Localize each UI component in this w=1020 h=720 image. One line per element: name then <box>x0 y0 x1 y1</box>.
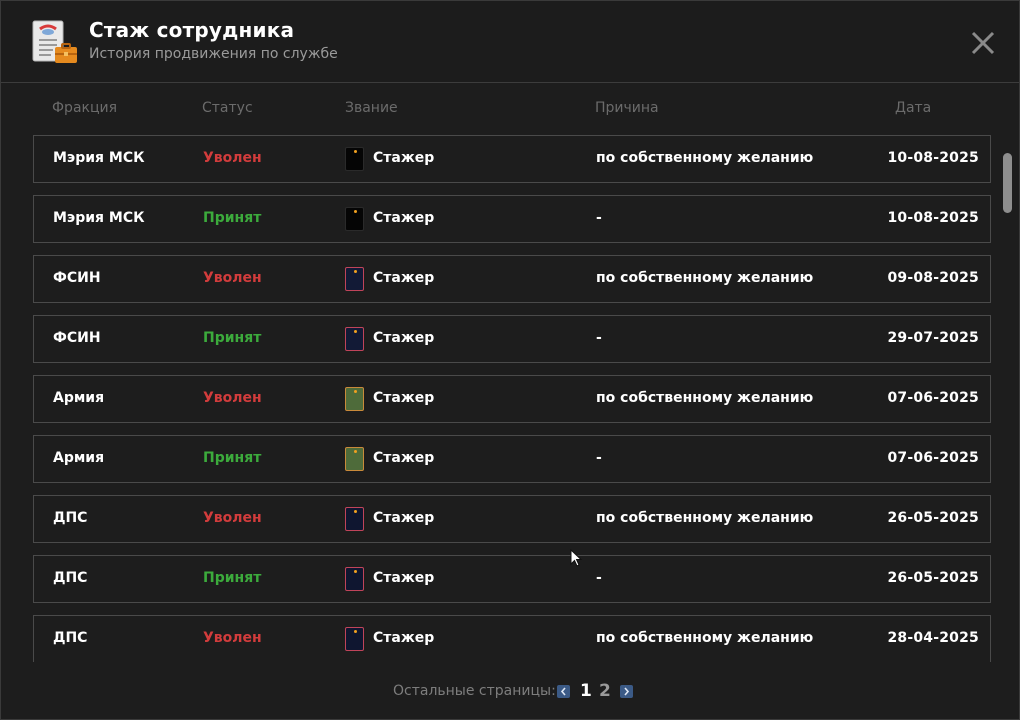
date-cell: 26-05-2025 <box>887 570 979 586</box>
fsin-badge-icon <box>345 267 364 291</box>
faction-cell: Армия <box>53 390 105 406</box>
star-icon <box>354 210 357 213</box>
reason-cell: - <box>596 330 602 346</box>
column-header-rank: Звание <box>345 100 398 116</box>
mayor-badge-icon <box>345 207 364 231</box>
star-icon <box>354 510 357 513</box>
date-cell: 26-05-2025 <box>887 510 979 526</box>
rank-cell: Стажер <box>373 510 435 526</box>
reason-cell: по собственному желанию <box>596 630 814 646</box>
army-badge-icon <box>345 447 364 471</box>
column-header-faction: Фракция <box>52 100 118 116</box>
faction-cell: ДПС <box>53 510 88 526</box>
table-row[interactable]: Армия Уволен Стажер по собственному желанию… <box>33 375 991 423</box>
next-page-icon[interactable] <box>620 685 633 698</box>
prev-page-icon[interactable] <box>557 685 570 698</box>
column-header-date: Дата <box>895 100 932 116</box>
status-cell: Уволен <box>203 150 262 166</box>
status-cell: Уволен <box>203 630 262 646</box>
window-subtitle: История продвижения по службе <box>89 46 338 62</box>
status-cell: Уволен <box>203 270 262 286</box>
reason-cell: по собственному желанию <box>596 390 814 406</box>
star-icon <box>354 150 357 153</box>
document-briefcase-icon <box>31 19 79 67</box>
status-cell: Принят <box>203 570 262 586</box>
column-header-status: Статус <box>202 100 253 116</box>
faction-cell: Армия <box>53 450 105 466</box>
reason-cell: по собственному желанию <box>596 510 814 526</box>
page-1-button[interactable]: 1 <box>580 681 592 701</box>
date-cell: 29-07-2025 <box>887 330 979 346</box>
mayor-badge-icon <box>345 147 364 171</box>
rank-cell: Стажер <box>373 570 435 586</box>
table-row[interactable]: ДПС Уволен Стажер по собственному желанию 28… <box>33 615 991 662</box>
army-badge-icon <box>345 387 364 411</box>
faction-cell: ДПС <box>53 570 88 586</box>
star-icon <box>354 450 357 453</box>
column-header-reason: Причина <box>595 100 659 116</box>
window-title: Стаж сотрудника <box>89 18 295 42</box>
table-row[interactable]: ФСИН Уволен Стажер по собственному желанию 0… <box>33 255 991 303</box>
page-2-button[interactable]: 2 <box>599 681 611 701</box>
close-icon[interactable] <box>969 29 997 57</box>
reason-cell: по собственному желанию <box>596 270 814 286</box>
rank-cell: Стажер <box>373 330 435 346</box>
star-icon <box>354 270 357 273</box>
status-cell: Уволен <box>203 390 262 406</box>
rank-cell: Стажер <box>373 390 435 406</box>
date-cell: 10-08-2025 <box>887 210 979 226</box>
dps-badge-icon <box>345 507 364 531</box>
table-row[interactable]: ФСИН Принят Стажер - 29-07-2025 <box>33 315 991 363</box>
rank-cell: Стажер <box>373 630 435 646</box>
rank-cell: Стажер <box>373 210 435 226</box>
date-cell: 07-06-2025 <box>887 450 979 466</box>
faction-cell: Мэрия МСК <box>53 210 145 226</box>
date-cell: 10-08-2025 <box>887 150 979 166</box>
dps-badge-icon <box>345 627 364 651</box>
faction-cell: ФСИН <box>53 270 101 286</box>
table-row[interactable]: ДПС Уволен Стажер по собственному желанию 26… <box>33 495 991 543</box>
fsin-badge-icon <box>345 327 364 351</box>
scrollbar-thumb[interactable] <box>1003 153 1012 213</box>
rank-cell: Стажер <box>373 450 435 466</box>
star-icon <box>354 390 357 393</box>
window-header: Стаж сотрудника История продвижения по с… <box>1 1 1019 83</box>
reason-cell: по собственному желанию <box>596 150 814 166</box>
table-row[interactable]: Мэрия МСК Уволен Стажер по собственному жел… <box>33 135 991 183</box>
faction-cell: ФСИН <box>53 330 101 346</box>
rank-cell: Стажер <box>373 270 435 286</box>
date-cell: 09-08-2025 <box>887 270 979 286</box>
dps-badge-icon <box>345 567 364 591</box>
mouse-cursor-icon <box>570 549 583 567</box>
status-cell: Принят <box>203 330 262 346</box>
table-row[interactable]: Армия Принят Стажер - 07-06-2025 <box>33 435 991 483</box>
faction-cell: ДПС <box>53 630 88 646</box>
employee-seniority-window: Стаж сотрудника История продвижения по с… <box>0 0 1020 720</box>
star-icon <box>354 630 357 633</box>
reason-cell: - <box>596 450 602 466</box>
pagination-label: Остальные страницы: <box>393 683 556 699</box>
status-cell: Принят <box>203 210 262 226</box>
table-row[interactable]: Мэрия МСК Принят Стажер - 10-08-2025 <box>33 195 991 243</box>
star-icon <box>354 330 357 333</box>
faction-cell: Мэрия МСК <box>53 150 145 166</box>
status-cell: Принят <box>203 450 262 466</box>
reason-cell: - <box>596 570 602 586</box>
date-cell: 07-06-2025 <box>887 390 979 406</box>
rank-cell: Стажер <box>373 150 435 166</box>
table-row[interactable]: ДПС Принят Стажер - 26-05-2025 <box>33 555 991 603</box>
status-cell: Уволен <box>203 510 262 526</box>
date-cell: 28-04-2025 <box>887 630 979 646</box>
history-list[interactable]: Мэрия МСК Уволен Стажер по собственному жел… <box>33 135 993 662</box>
reason-cell: - <box>596 210 602 226</box>
star-icon <box>354 570 357 573</box>
